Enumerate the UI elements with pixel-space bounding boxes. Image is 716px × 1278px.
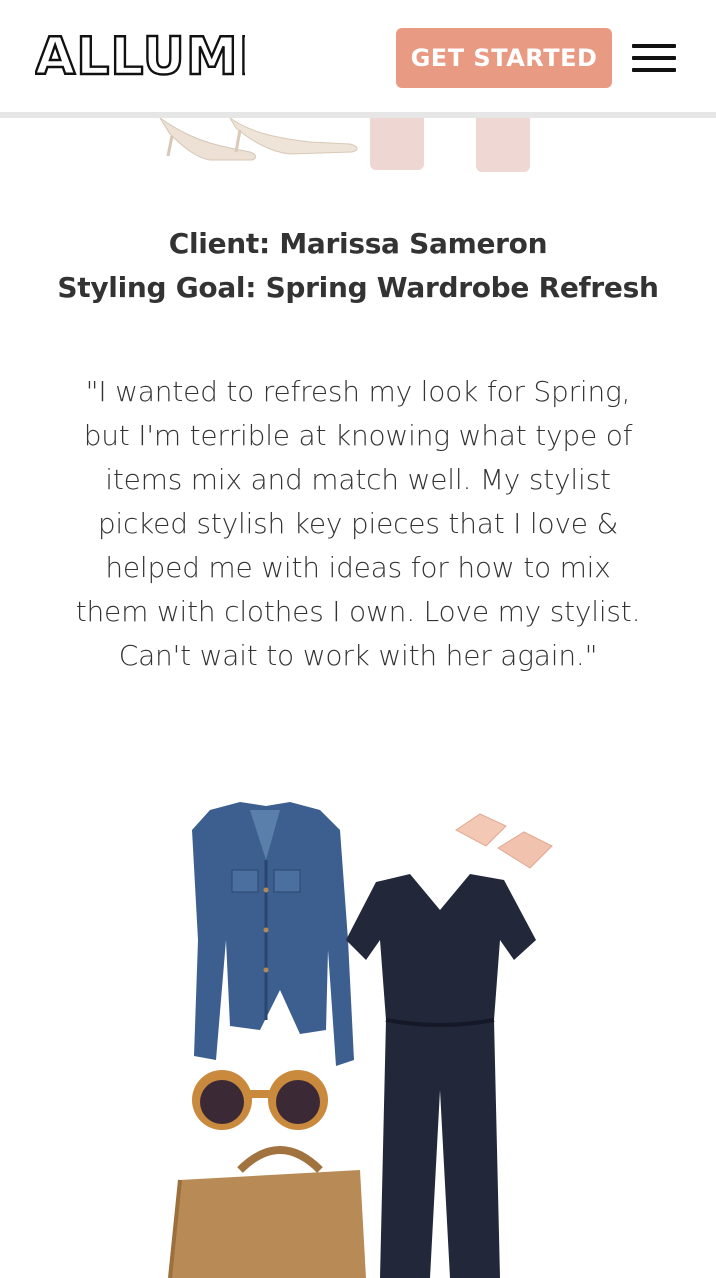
sunglasses-icon [192, 1070, 328, 1130]
pink-item-right [476, 112, 530, 172]
quote-line: picked stylish key pieces that I love & [97, 507, 619, 540]
hamburger-menu-icon[interactable] [630, 40, 678, 76]
quote-line: items mix and match well. My stylist [105, 463, 611, 496]
allume-logo[interactable]: ALLUME [35, 30, 245, 80]
pink-item-left [370, 112, 424, 170]
get-started-button[interactable]: GET STARTED [396, 28, 612, 88]
client-name: Client: Marissa Sameron [168, 227, 548, 260]
jumpsuit-icon [346, 874, 536, 1278]
nude-heels-icon [159, 117, 358, 161]
outfit-image-top [159, 112, 530, 172]
site-header: ALLUME GET STARTED [0, 0, 716, 112]
quote-line: Can't wait to work with her again." [118, 639, 598, 672]
outfit-image [168, 802, 553, 1278]
styling-goal: Styling Goal: Spring Wardrobe Refresh [57, 271, 659, 304]
quote-line: helped me with ideas for how to mix [105, 551, 611, 584]
quote-line: but I'm terrible at knowing what type of [83, 419, 633, 452]
testimonial-quote: "I wanted to refresh my look for Spring,… [58, 370, 658, 678]
client-info: Client: Marissa Sameron Styling Goal: Sp… [0, 222, 716, 310]
quote-line: "I wanted to refresh my look for Spring, [85, 375, 631, 408]
tote-bag-icon [168, 1146, 366, 1278]
logo-text: ALLUME [35, 30, 245, 80]
header-divider [0, 112, 716, 118]
earrings-icon [455, 813, 553, 869]
denim-jacket-icon [192, 802, 354, 1066]
quote-line: them with clothes I own. Love my stylist… [75, 595, 641, 628]
